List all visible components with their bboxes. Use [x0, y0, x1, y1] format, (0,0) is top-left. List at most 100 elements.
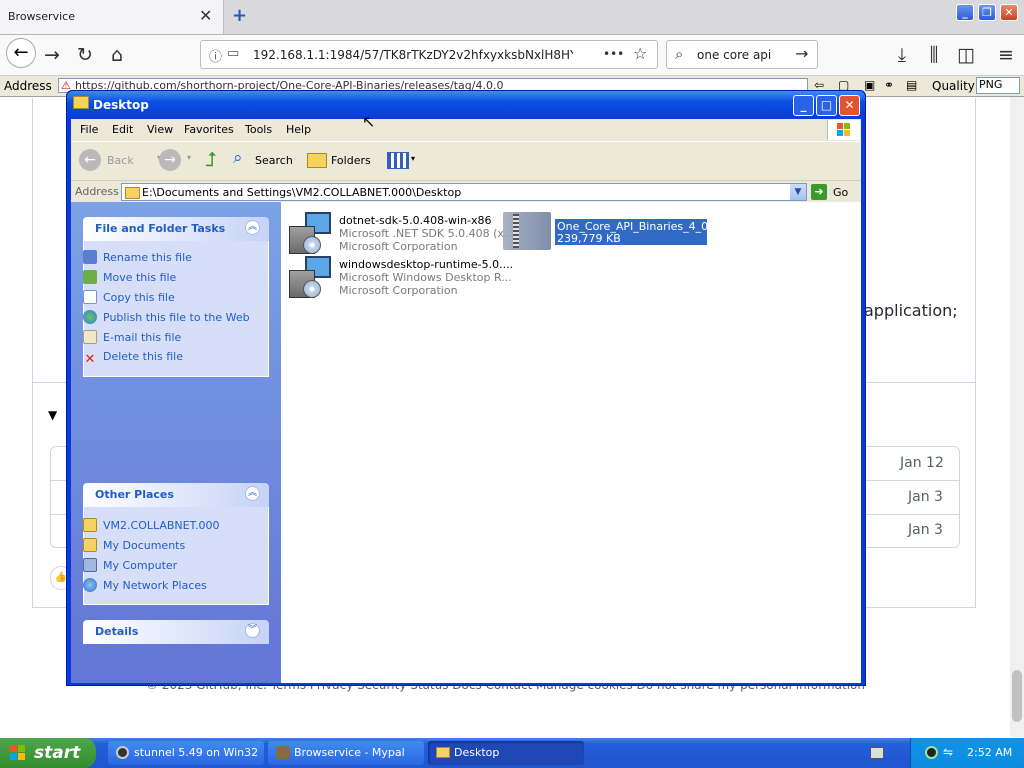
- page-scrollbar[interactable]: [1010, 97, 1024, 737]
- menu-icon[interactable]: ≡: [994, 43, 1018, 67]
- forward-arrow-icon[interactable]: →: [159, 149, 181, 171]
- minimize-button[interactable]: _: [793, 95, 814, 116]
- taskbar-button-desktop[interactable]: Desktop: [428, 741, 584, 765]
- delete-x-icon: ✕: [84, 352, 96, 367]
- network-tray-icon[interactable]: ⇋: [943, 745, 953, 759]
- scrollbar-thumb[interactable]: [1012, 670, 1022, 722]
- save-icon[interactable]: ▣: [864, 78, 875, 92]
- documents-folder-icon: [83, 538, 97, 552]
- views-button[interactable]: ▾: [385, 149, 421, 171]
- browser-nav-bar: ← → ↻ ⌂ ⓘ ▭ 192.168.1.1:1984/57/TK8rTKzD…: [0, 35, 1024, 76]
- taskbar-label: Browservice - Mypal: [294, 746, 405, 759]
- file-item[interactable]: windowsdesktop-runtime-5.0.... Microsoft…: [285, 254, 513, 302]
- clock[interactable]: 2:52 AM: [967, 746, 1012, 759]
- folders-button[interactable]: Folders: [305, 149, 377, 171]
- stunnel-tray-icon[interactable]: [925, 746, 938, 759]
- close-button[interactable]: ✕: [839, 95, 860, 116]
- assets-toggle-icon[interactable]: ▼: [48, 408, 57, 422]
- file-item-selected[interactable]: One_Core_API_Binaries_4_0_0 239,779 KB: [501, 210, 721, 258]
- search-bar[interactable]: ⌕ one core api →: [666, 40, 818, 69]
- installer-icon: [287, 212, 333, 256]
- other-places-header[interactable]: Other Places ︽: [83, 483, 269, 507]
- file-view: dotnet-sdk-5.0.408-win-x86 Microsoft .NE…: [281, 202, 861, 683]
- place-my-documents[interactable]: My Documents: [83, 538, 185, 552]
- maximize-button[interactable]: ❐: [978, 4, 996, 21]
- menu-favorites[interactable]: Favorites: [184, 123, 234, 136]
- browser-tab[interactable]: Browservice ✕: [0, 0, 224, 34]
- back-button[interactable]: ← Back: [79, 149, 149, 171]
- menu-tools[interactable]: Tools: [245, 123, 272, 136]
- collapse-icon[interactable]: ︽: [245, 486, 260, 501]
- browser-tab-bar: Browservice ✕ + _ ❐ ✕: [0, 0, 1024, 35]
- expand-icon[interactable]: ︾: [245, 623, 260, 638]
- task-publish[interactable]: Publish this file to the Web: [83, 310, 250, 324]
- chevron-down-icon[interactable]: ▾: [187, 153, 191, 162]
- forward-arrow-icon[interactable]: →: [40, 43, 64, 67]
- menu-edit[interactable]: Edit: [112, 123, 133, 136]
- installer-icon: [287, 256, 333, 300]
- close-button[interactable]: ✕: [1000, 4, 1018, 21]
- windows-logo-icon: [10, 745, 26, 761]
- home-icon[interactable]: ⌂: [105, 43, 129, 67]
- url-text[interactable]: 192.168.1.1:1984/57/TK8rTKzDY2v2hfxyxksb…: [253, 48, 573, 62]
- back-arrow-icon[interactable]: ←: [6, 38, 36, 68]
- url-bar[interactable]: ⓘ ▭ 192.168.1.1:1984/57/TK8rTKzDY2v2hfxy…: [200, 40, 658, 69]
- place-user-folder[interactable]: VM2.COLLABNET.000: [83, 518, 220, 532]
- task-pane: File and Folder Tasks ︽ Rename this file…: [71, 202, 281, 683]
- clipboard-icon[interactable]: ▤: [906, 78, 917, 92]
- search-input[interactable]: one core api: [697, 48, 771, 62]
- close-icon[interactable]: ✕: [199, 6, 212, 25]
- task-copy[interactable]: Copy this file: [83, 290, 175, 304]
- quality-select[interactable]: PNG: [976, 77, 1020, 94]
- minimize-button[interactable]: _: [956, 4, 974, 21]
- place-my-network[interactable]: My Network Places: [83, 578, 207, 592]
- details-header[interactable]: Details ︾: [83, 620, 269, 644]
- task-email[interactable]: E-mail this file: [83, 330, 181, 344]
- menu-view[interactable]: View: [147, 123, 173, 136]
- email-icon: [83, 330, 97, 344]
- collapse-icon[interactable]: ︽: [245, 220, 260, 235]
- file-name: dotnet-sdk-5.0.408-win-x86: [339, 214, 492, 227]
- go-arrow-icon[interactable]: →: [795, 44, 808, 63]
- system-tray: ⇋ 2:52 AM: [910, 738, 1024, 768]
- chevron-down-icon[interactable]: ▼: [790, 184, 806, 200]
- start-button[interactable]: start: [0, 738, 96, 768]
- go-button[interactable]: ➜ Go: [811, 183, 855, 201]
- stunnel-icon: [116, 746, 129, 759]
- search-icon: ⌕: [675, 45, 684, 63]
- search-button[interactable]: ⌕ Search: [231, 148, 301, 171]
- keyboard-icon[interactable]: [870, 747, 884, 759]
- more-icon[interactable]: •••: [603, 47, 624, 61]
- asset-date: Jan 3: [908, 522, 943, 538]
- maximize-button[interactable]: □: [816, 95, 837, 116]
- download-icon[interactable]: ⤓: [890, 43, 914, 67]
- search-icon: ⌕: [233, 148, 243, 168]
- find-icon[interactable]: ⚭: [884, 78, 894, 92]
- taskbar-button-browservice[interactable]: Browservice - Mypal: [268, 741, 424, 765]
- task-rename[interactable]: Rename this file: [83, 250, 192, 264]
- library-icon[interactable]: ⫼: [922, 43, 946, 67]
- task-move[interactable]: Move this file: [83, 270, 176, 284]
- taskbar-label: stunnel 5.49 on Win32: [134, 746, 259, 759]
- file-size: 239,779 KB: [557, 232, 621, 245]
- up-folder-icon[interactable]: ⮥: [205, 147, 217, 171]
- task-delete[interactable]: ✕ Delete this file: [83, 350, 183, 367]
- asset-date: Jan 3: [908, 489, 943, 505]
- explorer-title-bar[interactable]: Desktop _ □ ✕: [67, 91, 865, 119]
- folders-label: Folders: [331, 154, 371, 167]
- file-tasks-header[interactable]: File and Folder Tasks ︽: [83, 217, 269, 241]
- reload-icon[interactable]: ↻: [73, 43, 97, 67]
- new-tab-button[interactable]: +: [232, 5, 247, 26]
- bookmark-star-icon[interactable]: ☆: [633, 44, 647, 63]
- sidebar-icon[interactable]: ◫: [954, 43, 978, 67]
- file-item[interactable]: dotnet-sdk-5.0.408-win-x86 Microsoft .NE…: [285, 210, 514, 258]
- place-my-computer[interactable]: My Computer: [83, 558, 177, 572]
- chevron-down-icon: ▾: [411, 154, 416, 163]
- info-icon[interactable]: ⓘ: [209, 46, 222, 65]
- taskbar-button-stunnel[interactable]: stunnel 5.49 on Win32: [108, 741, 264, 765]
- address-input[interactable]: E:\Documents and Settings\VM2.COLLABNET.…: [121, 183, 807, 201]
- menu-file[interactable]: File: [80, 123, 98, 136]
- go-arrow-icon: ➜: [811, 184, 827, 200]
- menu-help[interactable]: Help: [286, 123, 311, 136]
- taskbar: start stunnel 5.49 on Win32 Browservice …: [0, 738, 1024, 768]
